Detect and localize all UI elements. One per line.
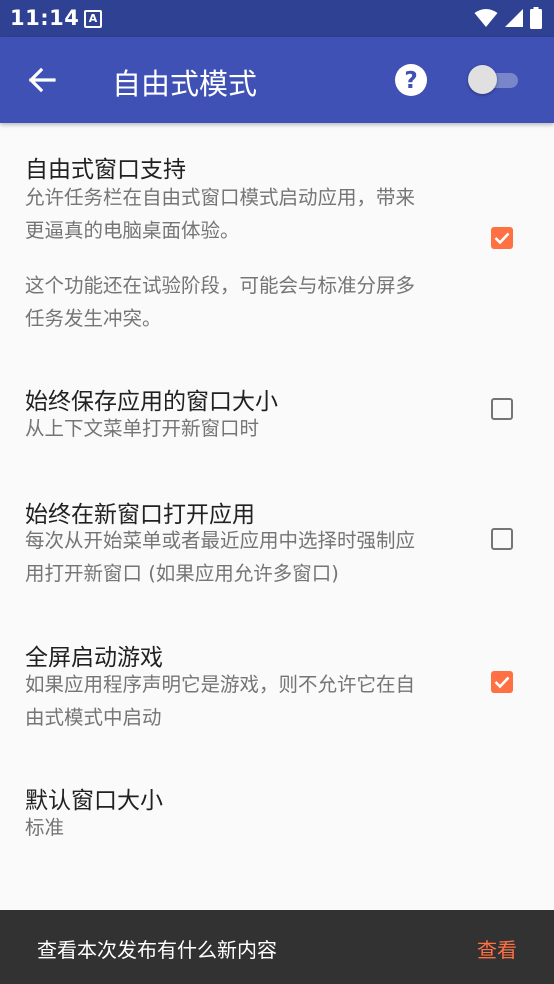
- pref-save-window-size[interactable]: 始终保存应用的窗口大小 从上下文菜单打开新窗口时: [0, 359, 554, 469]
- pref-open-in-new-window[interactable]: 始终在新窗口打开应用 每次从开始菜单或者最近应用中选择时强制应 用打开新窗口 (…: [0, 469, 554, 604]
- help-icon[interactable]: ?: [394, 63, 428, 97]
- battery-icon: [530, 7, 542, 29]
- pref-freeform-window-support[interactable]: 自由式窗口支持 允许任务栏在自由式窗口模式启动应用，带来 更逼真的电脑桌面体验。…: [0, 123, 554, 359]
- summary-line: 由式模式中启动: [25, 706, 162, 729]
- page-title: 自由式模式: [112, 67, 258, 101]
- arrow-back-icon[interactable]: [26, 64, 58, 96]
- check-icon: [494, 676, 510, 689]
- summary-line: 从上下文菜单打开新窗口时: [25, 417, 260, 440]
- pref-title: 始终保存应用的窗口大小: [25, 389, 278, 415]
- switch-thumb: [468, 65, 497, 94]
- pref-summary: 如果应用程序声明它是游戏，则不允许它在自 由式模式中启动: [25, 668, 465, 734]
- pref-summary: 允许任务栏在自由式窗口模式启动应用，带来 更逼真的电脑桌面体验。: [25, 181, 465, 247]
- pref-note: 这个功能还在试验阶段，可能会与标准分屏多 任务发生冲突。: [25, 269, 465, 335]
- open-new-window-checkbox[interactable]: [491, 528, 513, 550]
- fullscreen-games-checkbox[interactable]: [491, 671, 513, 693]
- pref-summary: 每次从开始菜单或者最近应用中选择时强制应 用打开新窗口 (如果应用允许多窗口): [25, 524, 465, 590]
- wifi-icon: [474, 9, 498, 27]
- pref-summary: 从上下文菜单打开新窗口时: [25, 412, 465, 445]
- a-icon: A: [84, 10, 102, 28]
- pref-default-window-size[interactable]: 默认窗口大小 标准: [0, 754, 554, 864]
- signal-icon: [505, 9, 523, 27]
- status-icons: [474, 7, 542, 29]
- pref-fullscreen-games[interactable]: 全屏启动游戏 如果应用程序声明它是游戏，则不允许它在自 由式模式中启动: [0, 604, 554, 754]
- summary-line: 用打开新窗口 (如果应用允许多窗口): [25, 562, 339, 585]
- status-bar: 11:14 A: [0, 0, 554, 37]
- snackbar-action-button[interactable]: 查看: [477, 934, 517, 963]
- check-icon: [494, 232, 510, 245]
- freeform-support-checkbox[interactable]: [491, 227, 513, 249]
- summary-line: 如果应用程序声明它是游戏，则不允许它在自: [25, 673, 416, 696]
- note-line: 任务发生冲突。: [25, 307, 162, 330]
- save-window-size-checkbox[interactable]: [491, 398, 513, 420]
- feature-toggle-switch[interactable]: [468, 65, 520, 95]
- snackbar: 查看本次发布有什么新内容 查看: [0, 910, 554, 984]
- snackbar-message: 查看本次发布有什么新内容: [37, 938, 277, 962]
- pref-title: 全屏启动游戏: [25, 645, 163, 671]
- status-time: 11:14: [10, 6, 80, 30]
- note-line: 这个功能还在试验阶段，可能会与标准分屏多: [25, 274, 416, 297]
- app-bar: 自由式模式 ?: [0, 37, 554, 123]
- summary-line: 每次从开始菜单或者最近应用中选择时强制应: [25, 529, 416, 552]
- summary-line: 标准: [25, 816, 65, 839]
- summary-line: 更逼真的电脑桌面体验。: [25, 219, 240, 242]
- pref-summary: 标准: [25, 811, 465, 844]
- pref-title: 自由式窗口支持: [25, 157, 186, 183]
- pref-title: 默认窗口大小: [25, 788, 163, 814]
- summary-line: 允许任务栏在自由式窗口模式启动应用，带来: [25, 186, 416, 209]
- svg-text:?: ?: [404, 68, 417, 94]
